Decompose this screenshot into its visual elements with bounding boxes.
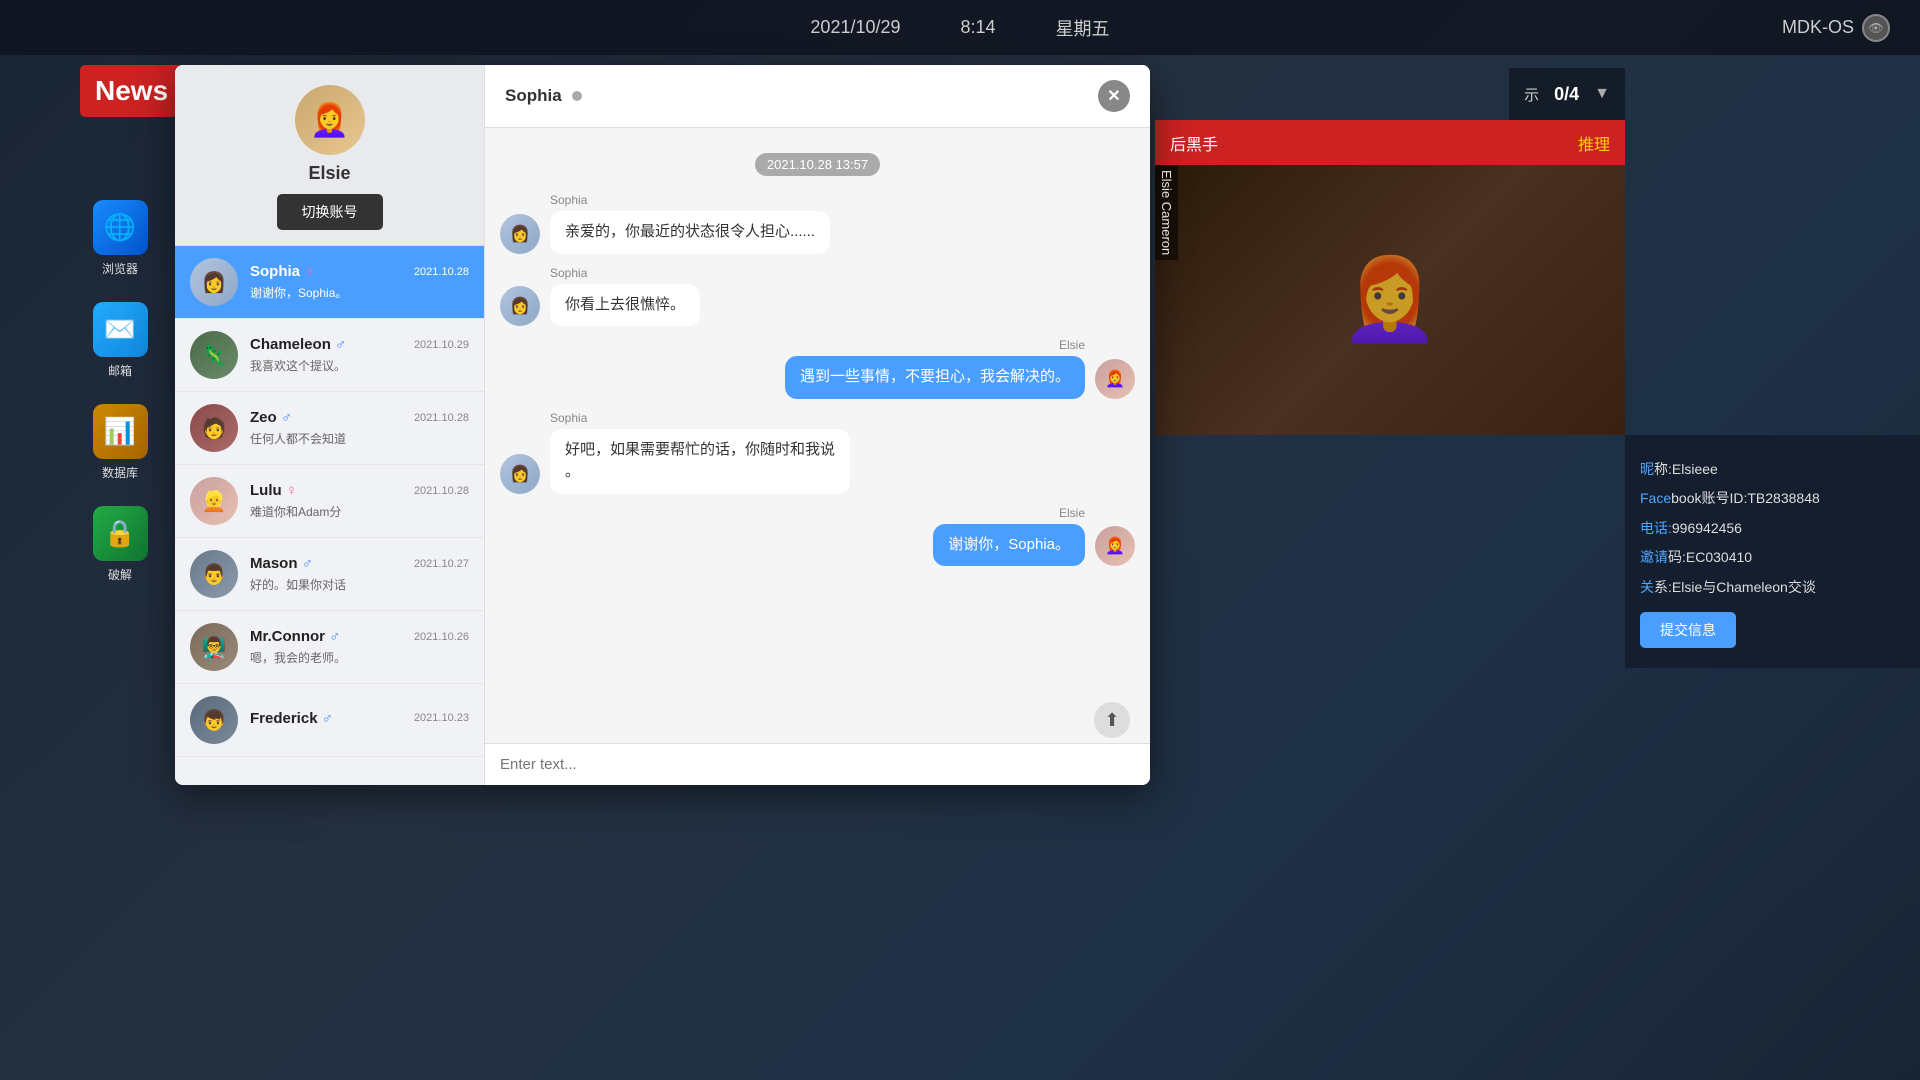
contact-info-mason: Mason ♂ 2021.10.27 好的。如果你对话 (250, 555, 469, 593)
contact-info-chameleon: Chameleon ♂ 2021.10.29 我喜欢这个提议。 (250, 336, 469, 374)
db-icon[interactable]: 📊 数据库 (80, 404, 160, 481)
security-icon[interactable]: 🔒 破解 (80, 506, 160, 583)
msg-content-4: Sophia 好吧，如果需要帮忙的话，你随时和我说。 (550, 411, 850, 494)
contact-avatar-frederick: 👦 (190, 696, 238, 744)
message-row-4: 👩 Sophia 好吧，如果需要帮忙的话，你随时和我说。 (500, 411, 1135, 494)
profile-name: Elsie (308, 163, 350, 184)
right-info-panel: 昵称:Elsieee Facebook账号ID:TB2838848 电话:996… (1625, 435, 1920, 668)
profile-avatar: 👩‍🦰 (295, 85, 365, 155)
chat-messages: 2021.10.28 13:57 👩 Sophia 亲爱的，你最近的状态很令人担… (485, 128, 1150, 697)
contact-info-frederick: Frederick ♂ 2021.10.23 (250, 710, 469, 731)
facebook-info: Facebook账号ID:TB2838848 (1640, 484, 1905, 513)
msg-avatar-elsie-2: 👩‍🦰 (1095, 526, 1135, 566)
contact-list: 👩‍🦰 Elsie 切换账号 👩 Sophia ♀ 2021.10.28 谢谢你… (175, 65, 485, 785)
msg-bubble-5: 谢谢你，Sophia。 (933, 524, 1085, 567)
system-topbar-right: MDK-OS 👁 (1782, 14, 1890, 42)
submit-info-button[interactable]: 提交信息 (1640, 612, 1736, 648)
char-name-tag: Elsie Cameron (1155, 165, 1178, 260)
contact-item-sophia[interactable]: 👩 Sophia ♀ 2021.10.28 谢谢你，Sophia。 (175, 246, 484, 319)
phone-info: 电话:996942456 (1640, 514, 1905, 543)
contact-avatar-zeo: 🧑 (190, 404, 238, 452)
msg-content-3: Elsie 遇到一些事情，不要担心，我会解决的。 (785, 338, 1085, 399)
msg-content-1: Sophia 亲爱的，你最近的状态很令人担心...... (550, 193, 830, 254)
msg-bubble-3: 遇到一些事情，不要担心，我会解决的。 (785, 356, 1085, 399)
msg-avatar-sophia-3: 👩 (500, 454, 540, 494)
contact-avatar-lulu: 👱 (190, 477, 238, 525)
system-time: 8:14 (961, 17, 996, 38)
message-row-5: 👩‍🦰 Elsie 谢谢你，Sophia。 (500, 506, 1135, 567)
hint-label: 示 (1524, 84, 1539, 105)
online-status-dot (572, 91, 582, 101)
desktop-icons: 🌐 浏览器 ✉️ 邮箱 📊 数据库 🔒 破解 (80, 200, 160, 583)
switch-account-button[interactable]: 切换账号 (277, 194, 383, 230)
chat-contact-name: Sophia (505, 86, 562, 106)
msg-bubble-2: 你看上去很憔悴。 (550, 284, 700, 327)
contact-avatar-chameleon: 🦎 (190, 331, 238, 379)
chat-modal: 👩‍🦰 Elsie 切换账号 👩 Sophia ♀ 2021.10.28 谢谢你… (175, 65, 1150, 785)
contact-avatar-mason: 👨 (190, 550, 238, 598)
system-topbar: 2021/10/29 8:14 星期五 MDK-OS 👁 (0, 0, 1920, 55)
os-icon: 👁 (1862, 14, 1890, 42)
char-emoji: 👩‍🦰 (1340, 253, 1440, 347)
mail-icon[interactable]: ✉️ 邮箱 (80, 302, 160, 379)
dropdown-arrow[interactable]: ▼ (1594, 85, 1610, 103)
message-row-1: 👩 Sophia 亲爱的，你最近的状态很令人担心...... (500, 193, 1135, 254)
chat-area: Sophia ✕ 2021.10.28 13:57 👩 Sophia 亲爱的，你… (485, 65, 1150, 785)
msg-content-2: Sophia 你看上去很憔悴。 (550, 266, 700, 327)
os-name: MDK-OS (1782, 17, 1854, 38)
contact-item-zeo[interactable]: 🧑 Zeo ♂ 2021.10.28 任何人都不会知道 (175, 392, 484, 465)
contact-item-lulu[interactable]: 👱 Lulu ♀ 2021.10.28 难道你和Adam分 (175, 465, 484, 538)
time-divider: 2021.10.28 13:57 (755, 153, 880, 176)
msg-avatar-sophia-2: 👩 (500, 286, 540, 326)
msg-content-5: Elsie 谢谢你，Sophia。 (933, 506, 1085, 567)
message-row-3: 👩‍🦰 Elsie 遇到一些事情，不要担心，我会解决的。 (500, 338, 1135, 399)
browser-icon[interactable]: 🌐 浏览器 (80, 200, 160, 277)
scroll-controls: ⬆ (485, 697, 1150, 743)
top-right-panel: 示 0/4 ▼ (1509, 68, 1625, 120)
chat-header: Sophia ✕ (485, 65, 1150, 128)
contact-item-mason[interactable]: 👨 Mason ♂ 2021.10.27 好的。如果你对话 (175, 538, 484, 611)
contact-item-mrconnor[interactable]: 👨‍🏫 Mr.Connor ♂ 2021.10.26 嗯，我会的老师。 (175, 611, 484, 684)
contact-info-lulu: Lulu ♀ 2021.10.28 难道你和Adam分 (250, 482, 469, 520)
red-banner: 后黑手 推理 (1155, 120, 1625, 165)
contact-info-sophia: Sophia ♀ 2021.10.28 谢谢你，Sophia。 (250, 263, 469, 301)
system-weekday: 星期五 (1056, 15, 1110, 41)
contact-info-mrconnor: Mr.Connor ♂ 2021.10.26 嗯，我会的老师。 (250, 628, 469, 666)
red-banner-text: 后黑手 (1170, 131, 1218, 155)
scroll-top-button[interactable]: ⬆ (1094, 702, 1130, 738)
chat-input-area (485, 743, 1150, 785)
counter-label: 0/4 (1554, 84, 1579, 105)
close-button[interactable]: ✕ (1098, 80, 1130, 112)
profile-header: 👩‍🦰 Elsie 切换账号 (175, 65, 484, 246)
contact-item-chameleon[interactable]: 🦎 Chameleon ♂ 2021.10.29 我喜欢这个提议。 (175, 319, 484, 392)
contact-avatar-sophia: 👩 (190, 258, 238, 306)
contact-info-zeo: Zeo ♂ 2021.10.28 任何人都不会知道 (250, 409, 469, 447)
relation-info: 关系:Elsie与Chameleon交谈 (1640, 573, 1905, 602)
msg-bubble-1: 亲爱的，你最近的状态很令人担心...... (550, 211, 830, 254)
os-info: MDK-OS 👁 (1782, 14, 1890, 42)
contact-item-frederick[interactable]: 👦 Frederick ♂ 2021.10.23 (175, 684, 484, 757)
system-date: 2021/10/29 (810, 17, 900, 38)
contact-avatar-mrconnor: 👨‍🏫 (190, 623, 238, 671)
character-portrait: Elsie Cameron 👩‍🦰 (1155, 165, 1625, 435)
red-banner-action[interactable]: 推理 (1578, 131, 1610, 155)
nickname-info: 昵称:Elsieee (1640, 455, 1905, 484)
chat-input[interactable] (500, 756, 1135, 773)
code-info: 邀请码:EC030410 (1640, 543, 1905, 572)
message-row-2: 👩 Sophia 你看上去很憔悴。 (500, 266, 1135, 327)
msg-avatar-sophia-1: 👩 (500, 214, 540, 254)
msg-avatar-elsie-1: 👩‍🦰 (1095, 359, 1135, 399)
msg-bubble-4: 好吧，如果需要帮忙的话，你随时和我说。 (550, 429, 850, 494)
